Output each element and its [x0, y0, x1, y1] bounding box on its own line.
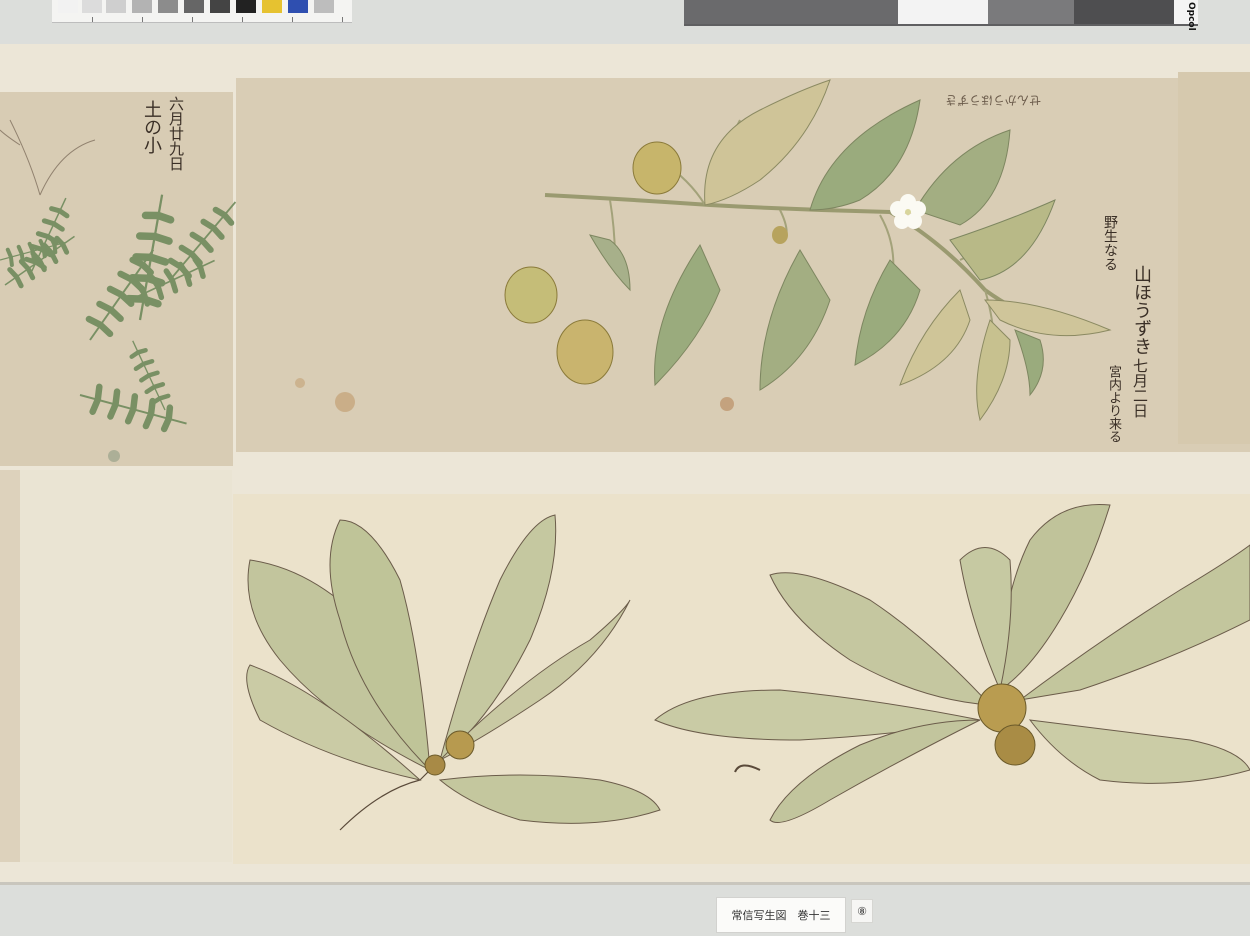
- inscription-mid-name: 山ほうずき: [1131, 265, 1152, 355]
- inscription-mid-note: 野生なる: [1102, 215, 1118, 271]
- inscription-left-name: 土の小: [141, 100, 162, 154]
- inscription-top-note: せんかうほうずき: [945, 93, 1042, 107]
- scroll-title-label: 常信写生図 巻十三: [716, 897, 846, 933]
- inscription-mid-source: 宮内より来る: [1106, 365, 1121, 443]
- white-flower: [890, 194, 926, 229]
- plate-number: ⑧: [851, 899, 873, 923]
- oak-leaves-drawing: [246, 503, 1250, 831]
- fern-drawing: [0, 119, 242, 463]
- inscription-left-date: 六月廿九日: [167, 96, 185, 171]
- physalis-branch-drawing: [504, 79, 1112, 422]
- botanical-paintings: [0, 79, 1250, 831]
- inscription-mid-date: 七月二日: [1131, 358, 1149, 418]
